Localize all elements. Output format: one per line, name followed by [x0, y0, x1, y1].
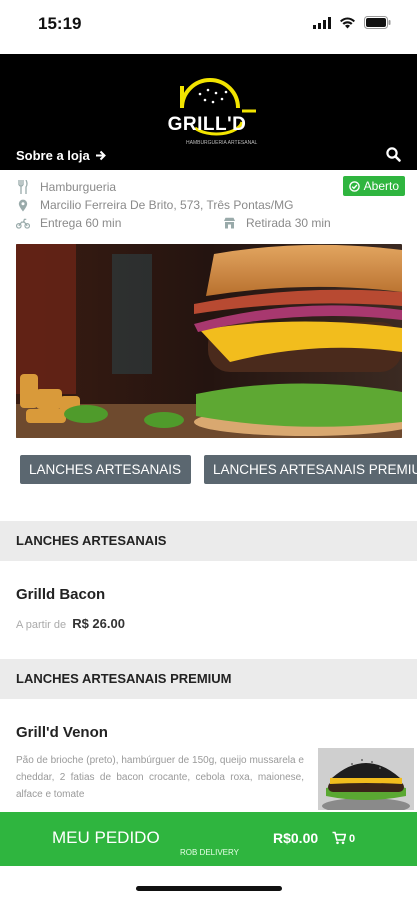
store-banner-image [16, 244, 402, 438]
logo-text: GRILL'D [167, 114, 247, 135]
product-description: Pão de brioche (preto), hambúrguer de 15… [16, 755, 304, 800]
store-icon [222, 216, 236, 230]
motorcycle-icon [16, 216, 30, 230]
shopping-cart-icon [332, 831, 346, 845]
check-circle-icon [348, 180, 360, 192]
product-thumbnail [318, 748, 414, 810]
cart-count: 0 [349, 833, 356, 845]
about-store-link[interactable]: Sobre a loja [16, 148, 106, 163]
wifi-icon [340, 17, 355, 28]
logo-icon [180, 78, 256, 136]
store-category-row: Hamburgueria [16, 180, 116, 194]
product-name: Grill'd Venon [16, 724, 108, 741]
cutlery-icon [16, 180, 30, 194]
section-header-lanches-artesanais-premium: LANCHES ARTESANAIS PREMIUM [0, 659, 417, 699]
section-header-lanches-artesanais: LANCHES ARTESANAIS [0, 521, 417, 561]
product-price-line: A partir de R$ 26.00 [16, 616, 125, 631]
product-price: R$ 26.00 [72, 616, 125, 631]
status-bar: 15:19 [0, 0, 417, 54]
black-burger-photo [318, 748, 414, 810]
price-prefix: A partir de [16, 619, 67, 631]
delivery-time: Entrega 60 min [40, 216, 122, 230]
burger-photo [16, 244, 402, 438]
about-store-label: Sobre a loja [16, 148, 90, 163]
store-info: Hamburgueria Marcilio Ferreira De Brito,… [0, 172, 417, 240]
store-address-row: Marcilio Ferreira De Brito, 573, Três Po… [16, 198, 293, 212]
delivery-provider: ROB DELIVERY [180, 848, 239, 857]
home-indicator[interactable] [136, 886, 282, 891]
store-header: GRILL'D HAMBURGUERIA ARTESANAL Sobre a l… [0, 54, 417, 170]
arrow-right-icon [95, 150, 106, 161]
category-tabs: LANCHES ARTESANAIS LANCHES ARTESANAIS PR… [20, 455, 417, 485]
search-icon[interactable] [385, 146, 403, 164]
store-status-label: Aberto [363, 179, 399, 193]
delivery-time-row: Entrega 60 min [16, 216, 121, 230]
location-pin-icon [16, 198, 30, 212]
pickup-time-row: Retirada 30 min [222, 216, 331, 230]
store-status-badge: Aberto [342, 176, 405, 196]
logo-subtitle: HAMBURGUERIA ARTESANAL [186, 140, 258, 146]
category-tab-lanches-artesanais-premium[interactable]: LANCHES ARTESANAIS PREMIUM [204, 455, 417, 484]
pickup-time: Retirada 30 min [246, 216, 331, 230]
status-time: 15:19 [38, 14, 82, 33]
category-tab-lanches-artesanais[interactable]: LANCHES ARTESANAIS [20, 455, 191, 484]
product-name: Grilld Bacon [16, 586, 106, 603]
cart-label: MEU PEDIDO [52, 828, 160, 847]
store-category: Hamburgueria [40, 180, 117, 194]
status-icons [313, 16, 391, 29]
store-address: Marcilio Ferreira De Brito, 573, Três Po… [40, 198, 294, 212]
battery-icon [364, 16, 391, 29]
cart-total: R$0.00 [273, 830, 319, 846]
cart-bar[interactable]: MEU PEDIDO ROB DELIVERY R$0.00 0 [0, 812, 417, 866]
signal-icon [313, 16, 331, 29]
